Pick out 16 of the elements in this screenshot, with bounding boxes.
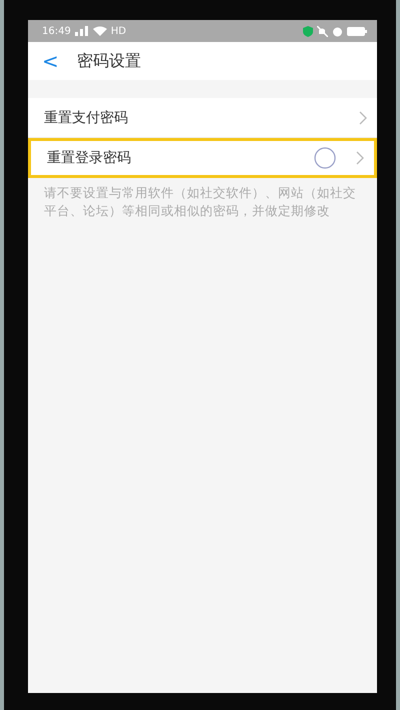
wifi-icon [92,26,107,36]
mute-icon [317,26,328,36]
menu-item[interactable]: 重置支付密码 [28,98,377,138]
menu-item-label: 重置登录密码 [47,149,132,167]
status-time: 16:49 [42,26,71,36]
chevron-icon [356,151,364,165]
shield-icon [303,26,313,36]
menu-item[interactable]: 重置登录密码 [28,138,377,178]
signal-icon [74,26,89,36]
network-label: HD [110,26,126,36]
hint-text: 请不要设置与常用软件（如社交软件）、网站（如社交平台、论坛）等相同或相似的密码，并做定期修改 [43,184,357,220]
back-button[interactable]: < [42,49,59,73]
battery-icon [347,26,367,36]
chevron-icon [359,110,367,124]
page-title: 密码设置 [76,50,141,72]
menu-item-label: 重置支付密码 [44,108,129,126]
